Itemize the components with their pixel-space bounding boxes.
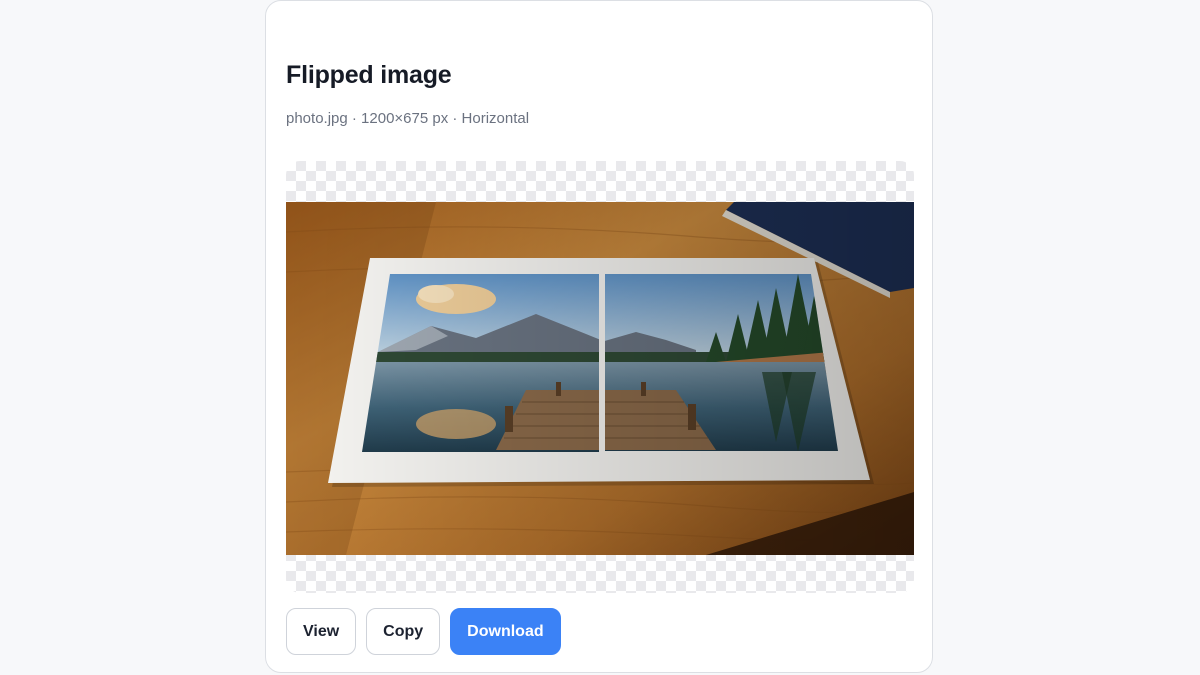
image-preview bbox=[286, 161, 914, 593]
flipped-photo-image bbox=[286, 202, 914, 555]
action-bar: View Copy Download bbox=[286, 608, 561, 655]
download-button[interactable]: Download bbox=[450, 608, 561, 655]
image-meta-subtitle: photo.jpg · 1200×675 px · Horizontal bbox=[286, 110, 530, 127]
copy-button[interactable]: Copy bbox=[366, 608, 441, 655]
flipped-image-card: Flipped image photo.jpg · 1200×675 px · … bbox=[265, 0, 933, 673]
card-title: Flipped image bbox=[286, 61, 452, 89]
view-button[interactable]: View bbox=[286, 608, 357, 655]
